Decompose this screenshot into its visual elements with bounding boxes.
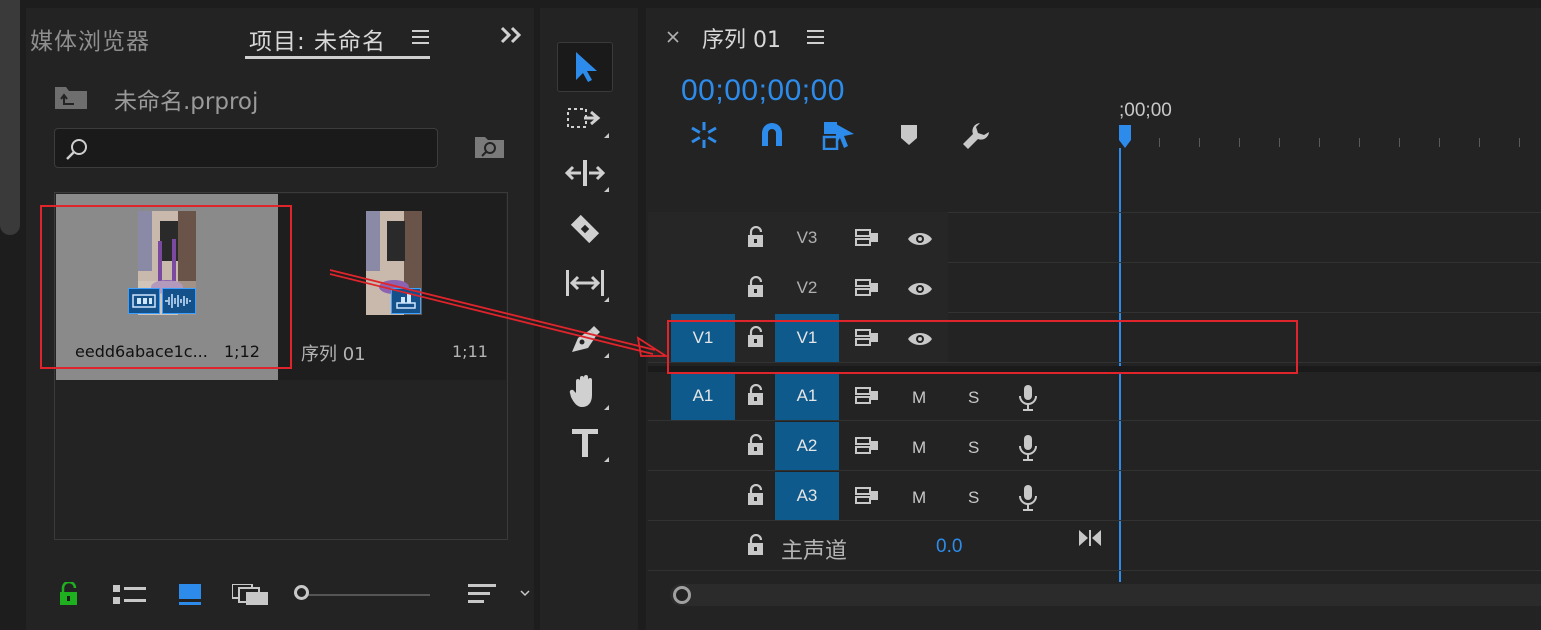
lock-icon[interactable]: [746, 276, 766, 298]
source-patch-a1[interactable]: A1: [671, 372, 735, 420]
lock-icon[interactable]: [746, 484, 766, 506]
nest-sequence-icon[interactable]: [688, 120, 720, 150]
microphone-icon[interactable]: [1018, 434, 1038, 462]
search-input[interactable]: [95, 135, 429, 163]
tab-active-underline: [245, 56, 430, 59]
lock-icon[interactable]: [746, 226, 766, 248]
freeform-view-icon[interactable]: [232, 584, 270, 606]
playhead-handle[interactable]: [1118, 124, 1132, 150]
expand-panels-icon[interactable]: [500, 26, 524, 44]
sync-lock-icon[interactable]: [854, 278, 880, 298]
ruler-start-time: ;00;00: [1119, 100, 1172, 121]
microphone-icon[interactable]: [1018, 384, 1038, 412]
ripple-edit-icon: [565, 160, 605, 186]
mute-button[interactable]: M: [912, 438, 926, 458]
track-label-a2[interactable]: A2: [775, 422, 839, 470]
sort-dropdown-icon[interactable]: [520, 588, 530, 598]
type-t-icon: [572, 429, 598, 457]
master-track-label: 主声道: [781, 539, 848, 564]
search-icon: [65, 137, 91, 161]
sync-lock-icon[interactable]: [854, 386, 880, 406]
track-select-tool[interactable]: [557, 94, 613, 144]
sequence-tab-menu-icon[interactable]: [807, 29, 825, 45]
mute-button[interactable]: M: [912, 388, 926, 408]
find-in-folder-icon[interactable]: [474, 134, 506, 160]
tab-project[interactable]: 项目: 未命名: [249, 22, 386, 56]
time-ruler[interactable]: [1118, 128, 1541, 154]
type-tool[interactable]: [557, 418, 613, 468]
zoom-scroll-handle[interactable]: [673, 586, 691, 604]
icon-view-icon[interactable]: [179, 584, 201, 606]
sort-icon[interactable]: [468, 582, 496, 606]
eye-icon[interactable]: [907, 230, 933, 248]
highlight-box-clip: [40, 205, 292, 369]
solo-button[interactable]: S: [968, 488, 979, 508]
linked-selection-icon[interactable]: [822, 120, 856, 150]
lock-icon[interactable]: [746, 434, 766, 456]
hand-icon: [569, 375, 592, 407]
ripple-edit-tool[interactable]: [557, 148, 613, 198]
left-scrollbar[interactable]: [0, 0, 20, 235]
snap-magnet-icon[interactable]: [758, 120, 786, 148]
zoom-slider[interactable]: [294, 584, 434, 606]
zoom-slider-handle[interactable]: [294, 585, 309, 600]
solo-button[interactable]: S: [968, 388, 979, 408]
project-tab-menu-icon[interactable]: [412, 29, 430, 45]
playhead-timecode[interactable]: 00;00;00;00: [681, 74, 845, 108]
track-label-a3[interactable]: A3: [775, 472, 839, 520]
track-label-v2[interactable]: V2: [775, 264, 839, 312]
track-label-v3[interactable]: V3: [775, 214, 839, 262]
selection-arrow-icon: [576, 52, 597, 82]
close-tab-icon[interactable]: [666, 30, 680, 44]
folder-up-icon[interactable]: [54, 84, 88, 110]
sync-lock-icon[interactable]: [854, 486, 880, 506]
mute-button[interactable]: M: [912, 488, 926, 508]
project-file-name: 未命名.prproj: [114, 89, 259, 115]
track-label-a1[interactable]: A1: [775, 372, 839, 420]
razor-blade-icon: [570, 214, 600, 244]
list-view-icon[interactable]: [113, 584, 147, 606]
go-to-in-out-icon[interactable]: [1078, 528, 1102, 548]
eye-icon[interactable]: [907, 280, 933, 298]
sequence-tab-title[interactable]: 序列 01: [702, 22, 781, 54]
search-field[interactable]: [54, 128, 438, 168]
razor-tool[interactable]: [557, 204, 613, 254]
master-volume-value[interactable]: 0.0: [936, 536, 962, 558]
lock-icon[interactable]: [746, 534, 766, 556]
sync-lock-icon[interactable]: [854, 436, 880, 456]
sync-lock-icon[interactable]: [854, 228, 880, 248]
hand-tool[interactable]: [557, 366, 613, 416]
highlight-box-v1-track: [667, 320, 1298, 374]
timeline-zoom-scrollbar[interactable]: [670, 584, 1541, 606]
timeline-settings-wrench-icon[interactable]: [960, 120, 992, 152]
track-select-icon: [567, 108, 601, 128]
add-marker-icon[interactable]: [900, 124, 918, 146]
write-lock-icon[interactable]: [58, 582, 80, 606]
lock-icon[interactable]: [746, 384, 766, 406]
microphone-icon[interactable]: [1018, 484, 1038, 512]
drag-arrow-annotation: [329, 269, 670, 357]
selection-tool[interactable]: [557, 42, 613, 92]
solo-button[interactable]: S: [968, 438, 979, 458]
tab-media-browser[interactable]: 媒体浏览器: [30, 22, 150, 56]
